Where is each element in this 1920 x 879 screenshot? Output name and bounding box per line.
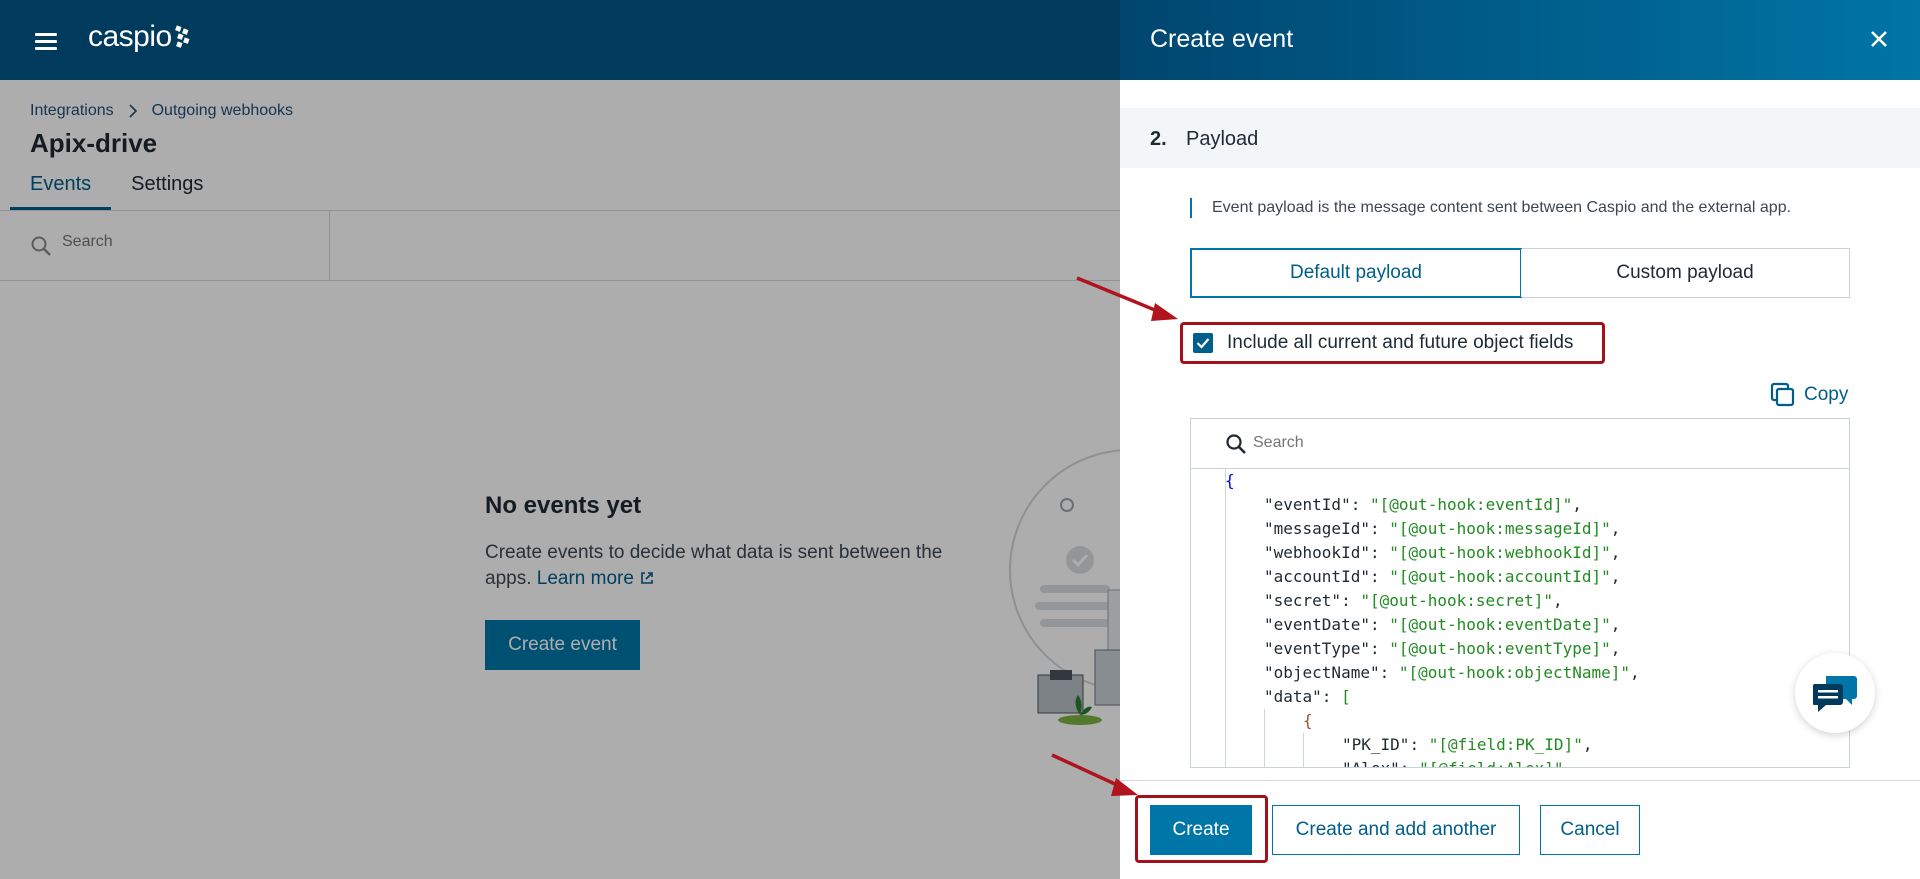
arrow-to-checkbox-icon [1076,276,1178,321]
code-line: "data": [ [1264,687,1351,706]
payload-section-header[interactable]: 2. Payload [1120,108,1920,168]
chat-button[interactable] [1795,653,1875,733]
code-line: "eventType": "[@out-hook:eventType]", [1264,639,1621,658]
custom-payload-option[interactable]: Custom payload [1521,249,1849,297]
copy-label: Copy [1804,384,1849,405]
copy-icon [1770,382,1795,407]
code-line: "eventDate": "[@out-hook:eventDate]", [1264,615,1621,634]
section-number: 2. [1150,128,1167,150]
arrow-to-create-icon [1051,753,1138,796]
chat-icon [1812,676,1857,712]
create-and-add-another-button[interactable]: Create and add another [1272,805,1520,855]
indent-guide [1264,709,1265,767]
cancel-button[interactable]: Cancel [1540,805,1640,855]
payload-type-toggle: Default payload Custom payload [1190,248,1850,298]
code-line: { [1303,711,1313,730]
code-line: "accountId": "[@out-hook:accountId]", [1264,567,1621,586]
indent-guide [1225,469,1226,767]
code-line: "Alex": "[@field:Alex]" [1342,757,1564,767]
modal-overlay[interactable] [0,80,1120,879]
close-icon[interactable] [1866,26,1892,52]
code-line: "secret": "[@out-hook:secret]", [1264,591,1563,610]
create-event-drawer: Create event 2. Payload Event payload is… [1120,0,1920,879]
menu-icon[interactable] [28,28,64,54]
logo-mark-icon [174,25,190,48]
code-line: { [1225,471,1235,490]
default-payload-option[interactable]: Default payload [1190,248,1522,298]
drawer-title: Create event [1150,25,1294,53]
search-icon [1225,433,1247,460]
include-all-fields-checkbox[interactable] [1193,333,1213,353]
drawer-header: Create event [1120,0,1920,80]
checkmark-icon [1196,338,1210,349]
drawer-footer: Create Create and add another Cancel [1120,795,1920,863]
include-all-fields-highlight: Include all current and future object fi… [1180,322,1605,364]
payload-code-viewer: { "eventId": "[@out-hook:eventId]", "messa… [1190,418,1850,768]
create-button[interactable]: Create [1150,805,1252,855]
code-line: "objectName": "[@out-hook:objectName]", [1264,663,1640,682]
include-all-fields-label[interactable]: Include all current and future object fi… [1227,332,1573,354]
logo-text: caspio [88,20,172,53]
footer-divider [1120,780,1920,781]
code-line: "eventId": "[@out-hook:eventId]", [1264,495,1582,514]
payload-json[interactable]: { "eventId": "[@out-hook:eventId]", "messa… [1191,469,1849,767]
section-label: Payload [1186,128,1259,150]
code-line: "PK_ID": "[@field:PK_ID]", [1342,735,1593,754]
payload-note: Event payload is the message content sen… [1190,198,1791,218]
caspio-logo[interactable]: caspio [88,20,190,54]
code-line: "webhookId": "[@out-hook:webhookId]", [1264,543,1621,562]
payload-search [1191,419,1849,469]
payload-search-input[interactable] [1253,434,1753,452]
indent-guide [1303,733,1304,767]
copy-button[interactable]: Copy [1770,382,1848,408]
code-line: "messageId": "[@out-hook:messageId]", [1264,519,1621,538]
